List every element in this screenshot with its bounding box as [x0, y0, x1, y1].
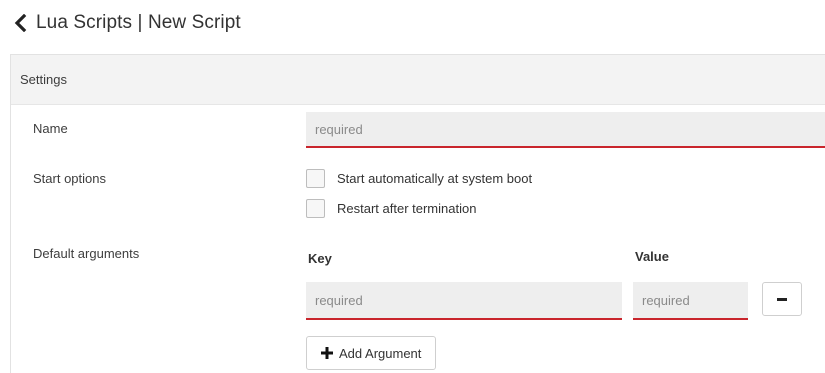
key-column-header: Key — [308, 251, 332, 266]
add-argument-button[interactable]: Add Argument — [306, 336, 437, 370]
argument-key-input[interactable] — [306, 282, 622, 320]
chevron-left-icon[interactable] — [14, 14, 28, 32]
minus-icon — [777, 297, 787, 301]
page-title: Lua Scripts | New Script — [36, 12, 241, 33]
restart-after-termination-option[interactable]: Restart after termination — [306, 199, 476, 218]
restart-after-termination-label: Restart after termination — [337, 201, 477, 216]
plus-icon — [321, 347, 333, 359]
page-header: Lua Scripts | New Script — [14, 8, 241, 38]
add-argument-label: Add Argument — [339, 345, 422, 361]
default-arguments-label: Default arguments — [33, 246, 140, 261]
start-at-boot-option[interactable]: Start automatically at system boot — [306, 169, 532, 188]
value-column-header: Value — [635, 249, 669, 264]
start-at-boot-label: Start automatically at system boot — [337, 171, 533, 186]
settings-panel-header: Settings — [11, 55, 825, 105]
lua-script-editor: Lua Scripts | New Script Settings Name S… — [0, 0, 825, 373]
restart-after-termination-checkbox[interactable] — [306, 199, 325, 218]
settings-heading: Settings — [20, 72, 67, 87]
name-label: Name — [33, 121, 68, 136]
name-input[interactable] — [306, 112, 825, 148]
remove-argument-button[interactable] — [762, 282, 802, 316]
start-at-boot-checkbox[interactable] — [306, 169, 325, 188]
start-options-label: Start options — [33, 171, 106, 186]
argument-value-input[interactable] — [633, 282, 748, 320]
